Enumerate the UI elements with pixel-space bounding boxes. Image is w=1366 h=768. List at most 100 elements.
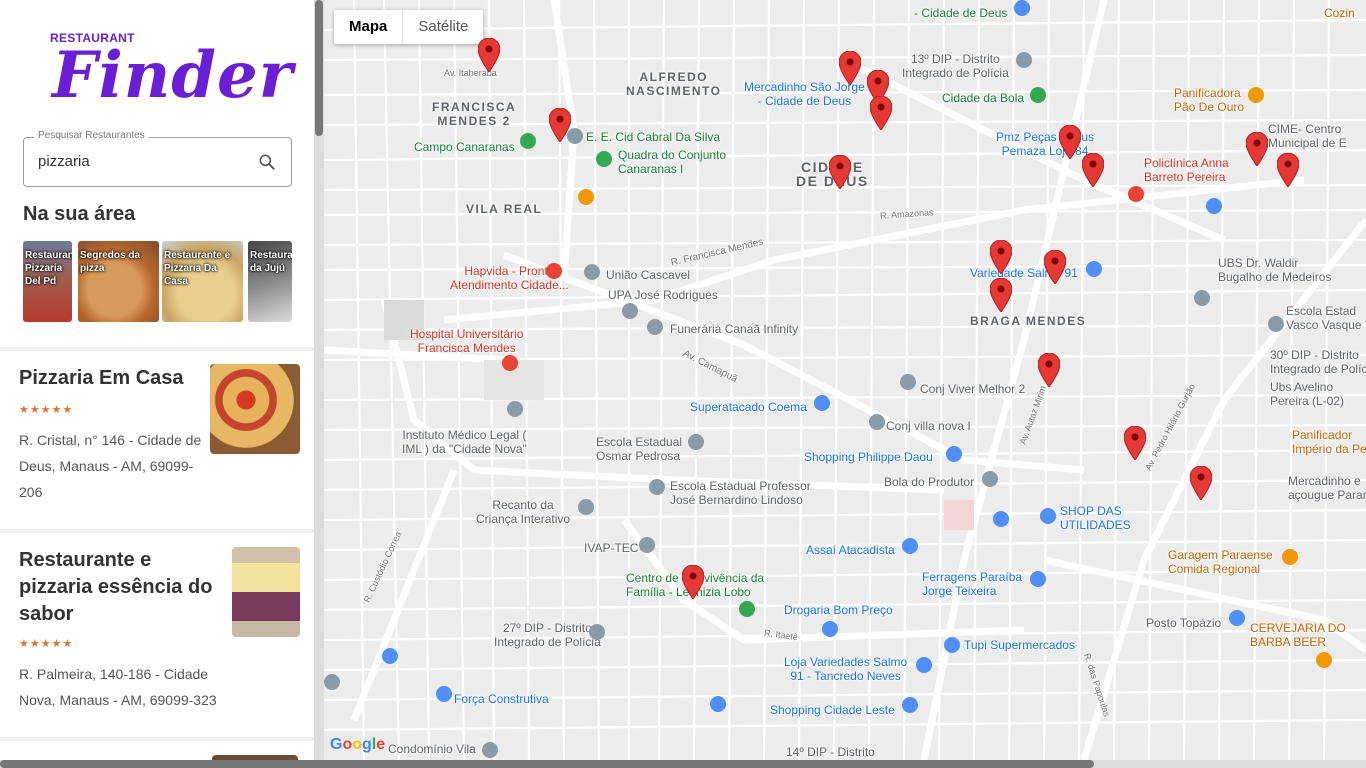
place-poi-icon[interactable] [869, 414, 885, 430]
restaurant-poi-icon[interactable] [578, 189, 594, 205]
shopping-poi-icon[interactable] [710, 696, 726, 712]
map-label-place[interactable]: União Cascavel [606, 268, 690, 282]
restaurant-marker-icon[interactable] [1246, 132, 1268, 166]
restaurant-marker-icon[interactable] [990, 278, 1012, 312]
place-poi-icon[interactable] [482, 742, 498, 758]
result-photo[interactable] [232, 547, 300, 637]
map-label-place[interactable]: 14º DIP - Distrito [786, 745, 875, 759]
place-poi-icon[interactable] [982, 471, 998, 487]
map-label-place[interactable]: Escola Estad Vasco Vasque [1286, 304, 1362, 332]
search-input[interactable]: Pesquisar Restaurantes pizzaria [23, 130, 292, 187]
map-label-place[interactable]: Mercadinho e açougue Paraná [1288, 474, 1366, 502]
bakery-poi-icon[interactable] [1248, 87, 1264, 103]
shopping-poi-icon[interactable] [916, 657, 932, 673]
map-label-place[interactable]: Bola do Produtor [884, 475, 974, 489]
park-poi-icon[interactable] [1030, 87, 1046, 103]
map-label-place[interactable]: Drogaria Bom Preço [784, 603, 893, 617]
map-view[interactable]: Mapa Satélite ALFREDO NASCIMENTO FRANCIS… [324, 0, 1366, 760]
map-label-place[interactable]: Panificador Império da Pe [1292, 428, 1366, 456]
map-label-place[interactable]: Campo Canaranas [414, 140, 515, 154]
restaurant-marker-icon[interactable] [870, 96, 892, 130]
restaurant-marker-icon[interactable] [1059, 125, 1081, 159]
hospital-poi-icon[interactable] [502, 355, 518, 371]
result-card[interactable]: Restaurante e pizzaria essência do sabor… [0, 533, 314, 737]
map-label-place[interactable]: 27º DIP - Distrito Integrado de Polícia [494, 621, 601, 649]
map-label-place[interactable]: Conj villa nova I [886, 419, 971, 433]
bar-poi-icon[interactable] [1316, 652, 1332, 668]
hospital-poi-icon[interactable] [546, 263, 562, 279]
restaurant-marker-icon[interactable] [1038, 353, 1060, 387]
gas-station-poi-icon[interactable] [1229, 610, 1245, 626]
map-type-satellite-button[interactable]: Satélite [403, 10, 483, 44]
nearby-card[interactable]: Restaurante e Pizzaria Da Casa [162, 241, 243, 322]
map-label-place[interactable]: Superatacado Coema [690, 400, 807, 414]
map-label-place[interactable]: Recanto da Criança Interativo [476, 498, 570, 526]
map-label-place[interactable]: Hospital Universitário Francisca Mendes [410, 327, 523, 355]
restaurant-marker-icon[interactable] [1124, 426, 1146, 460]
map-label-place[interactable]: Força Construtiva [454, 692, 549, 706]
map-label-place[interactable]: Cozin [1324, 6, 1355, 20]
map-label-place[interactable]: Quadra do Conjunto Canaranas I [618, 148, 726, 176]
nearby-card[interactable]: Restaurante da Jujú [248, 241, 292, 322]
restaurant-marker-icon[interactable] [829, 155, 851, 189]
place-poi-icon[interactable] [647, 319, 663, 335]
school-poi-icon[interactable] [688, 434, 704, 450]
map-label-place[interactable]: CIME- Centro Municipal de E [1268, 122, 1347, 150]
police-poi-icon[interactable] [589, 624, 605, 640]
nearby-card[interactable]: Restaurante Pizzaria Del Pd [23, 241, 72, 322]
map-label-place[interactable]: Loja Variedades Salmo 91 - Tancredo Neve… [784, 655, 907, 683]
map-label-place[interactable]: Conj Viver Melhor 2 [920, 382, 1025, 396]
map-label-place[interactable]: Policlínica Anna Barreto Pereira [1144, 156, 1229, 184]
park-poi-icon[interactable] [520, 133, 536, 149]
institution-poi-icon[interactable] [739, 601, 755, 617]
institution-poi-icon[interactable] [507, 401, 523, 417]
map-label-place[interactable]: Shopping Philippe Daou [804, 450, 933, 464]
police-poi-icon[interactable] [1016, 52, 1032, 68]
map-label-place[interactable]: 13º DIP - Distrito Integrado de Polícia [902, 52, 1009, 80]
map-type-map-button[interactable]: Mapa [334, 10, 404, 44]
result-photo[interactable] [210, 364, 300, 454]
place-poi-icon[interactable] [584, 264, 600, 280]
restaurant-marker-icon[interactable] [1190, 466, 1212, 500]
shopping-poi-icon[interactable] [1206, 198, 1222, 214]
pharmacy-poi-icon[interactable] [822, 621, 838, 637]
result-card[interactable]: Pizzaria Em Casa ★★★★★ R. Cristal, n° 14… [0, 351, 314, 529]
map-label-place[interactable]: Escola Estadual Osmar Pedrosa [596, 435, 682, 463]
map-label-place[interactable]: E. E. Cid Cabral Da Silva [586, 130, 720, 144]
restaurant-marker-icon[interactable] [1044, 250, 1066, 284]
map-label-place[interactable]: Condomínio Vila [388, 742, 476, 756]
shopping-poi-icon[interactable] [902, 697, 918, 713]
map-label-place[interactable]: Cidade da Bola [942, 91, 1024, 105]
restaurant-marker-icon[interactable] [1082, 153, 1104, 187]
map-label-place[interactable]: Panificadora Pão De Ouro [1174, 86, 1244, 114]
hospital-poi-icon[interactable] [1128, 186, 1144, 202]
map-label-place[interactable]: Ubs Avelino Pereira (L-02) [1270, 380, 1344, 408]
shopping-poi-icon[interactable] [946, 446, 962, 462]
map-label-place[interactable]: Shopping Cidade Leste [770, 703, 895, 717]
park-poi-icon[interactable] [596, 151, 612, 167]
school-poi-icon[interactable] [1268, 316, 1284, 332]
search-value[interactable]: pizzaria [38, 153, 90, 170]
result-title[interactable]: Pizzaria Em Casa [19, 365, 199, 392]
place-poi-icon[interactable] [639, 537, 655, 553]
shopping-poi-icon[interactable] [814, 395, 830, 411]
scrollbar-thumb[interactable] [315, 0, 323, 136]
restaurant-marker-icon[interactable] [990, 240, 1012, 274]
restaurant-marker-icon[interactable] [1277, 153, 1299, 187]
map-label-place[interactable]: Garagem Paraense Comida Regional [1168, 548, 1273, 576]
place-poi-icon[interactable] [900, 374, 916, 390]
map-label-place[interactable]: IVAP-TEC [584, 541, 638, 555]
restaurant-marker-icon[interactable] [682, 565, 704, 599]
map-label-place[interactable]: 30º DIP - Distrito Integrado de Políci [1270, 348, 1366, 376]
nearby-card[interactable]: Segredos da pizza [78, 241, 159, 322]
map-label-place[interactable]: Instituto Médico Legal ( IML ) da "Cidad… [402, 428, 527, 456]
restaurant-marker-icon[interactable] [478, 38, 500, 72]
map-label-place[interactable]: Ferragens Paraíba Jorge Teixeira [922, 570, 1022, 598]
brand-logo[interactable]: Finder [52, 38, 293, 114]
shopping-poi-icon[interactable] [1030, 571, 1046, 587]
map-label-place[interactable]: Tupi Supermercados [964, 638, 1075, 652]
restaurant-marker-icon[interactable] [839, 51, 861, 85]
school-poi-icon[interactable] [1194, 290, 1210, 306]
shopping-poi-icon[interactable] [1040, 508, 1056, 524]
school-poi-icon[interactable] [649, 479, 665, 495]
